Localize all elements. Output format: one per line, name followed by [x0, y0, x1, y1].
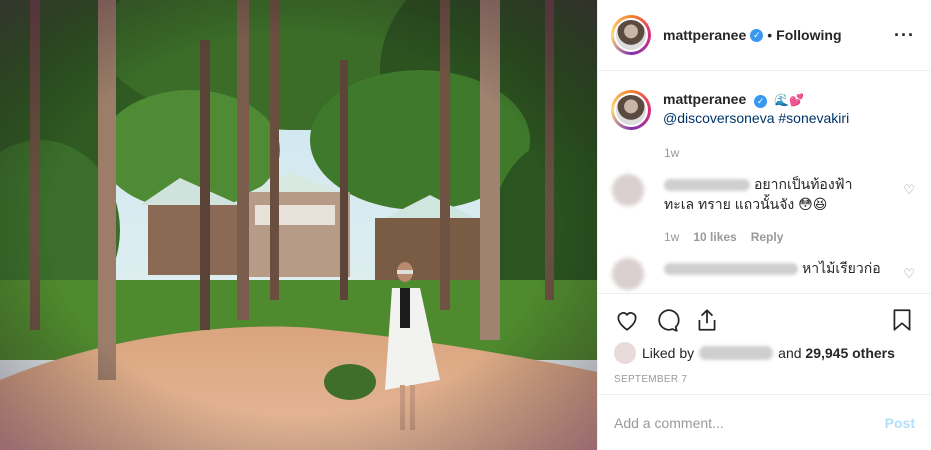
likes-summary: Liked by and 29,945 others	[614, 342, 915, 364]
caption-body: mattperanee ✓ 🌊💕 @discoversoneva #soneva…	[663, 90, 849, 130]
comment-bubble-icon[interactable]	[654, 307, 680, 333]
following-button[interactable]: Following	[776, 27, 841, 43]
avatar[interactable]	[614, 93, 648, 127]
reply-button[interactable]: Reply	[751, 230, 784, 244]
commenter-username-blurred[interactable]	[664, 179, 750, 192]
verified-badge-icon: ✓	[754, 94, 768, 108]
likes-connector: and	[778, 345, 802, 361]
comment-meta: 1w 10 likes Reply	[664, 230, 915, 244]
post-date[interactable]: SEPTEMBER 7	[614, 374, 915, 385]
liked-by-label: Liked by	[642, 345, 695, 361]
comment-text: หาไม้เรียวก่อ	[802, 260, 881, 276]
more-options-icon[interactable]: ···	[894, 25, 915, 46]
post-panel: mattperanee ✓ • Following ··· mattperane…	[597, 0, 931, 450]
like-heart-icon[interactable]	[614, 307, 640, 333]
caption-time[interactable]: 1w	[664, 146, 679, 160]
resort-beach-photo	[0, 0, 597, 450]
commenter-avatar[interactable]	[612, 174, 644, 206]
liker-avatar[interactable]	[614, 342, 636, 364]
caption-text[interactable]: @discoversoneva #sonevakiri	[663, 109, 849, 127]
separator-dot: •	[767, 27, 773, 43]
comment-item: อยากเป็นท้องฟ้า ทะเล ทราย แถวนั้นจัง 😳😆 …	[611, 174, 915, 214]
verified-badge-icon: ✓	[750, 28, 764, 42]
commenter-username-blurred[interactable]	[664, 263, 798, 276]
comment-body: หาไม้เรียวก่อ	[664, 258, 884, 278]
add-comment-bar: Post	[598, 394, 931, 450]
likes-count[interactable]: 29,945 others	[805, 345, 895, 361]
commenter-avatar[interactable]	[612, 258, 644, 290]
post-photo[interactable]	[0, 0, 597, 450]
post-actions: Liked by and 29,945 others SEPTEMBER 7	[598, 293, 931, 385]
comments-section[interactable]: mattperanee ✓ 🌊💕 @discoversoneva #soneva…	[598, 71, 931, 293]
liker-username-blurred[interactable]	[699, 346, 774, 360]
comment-body: อยากเป็นท้องฟ้า ทะเล ทราย แถวนั้นจัง 😳😆	[664, 174, 884, 214]
caption-meta: 1w	[664, 146, 915, 160]
post-comment-button[interactable]: Post	[885, 415, 915, 431]
avatar[interactable]	[614, 18, 648, 52]
post-header: mattperanee ✓ • Following ···	[598, 0, 931, 71]
profile-avatar-ring[interactable]	[611, 15, 651, 55]
comment-likes[interactable]: 10 likes	[693, 230, 736, 244]
comment-time[interactable]: 1w	[664, 230, 679, 244]
post-username[interactable]: mattperanee	[663, 27, 746, 43]
caption-avatar-ring[interactable]	[611, 90, 651, 130]
caption: mattperanee ✓ 🌊💕 @discoversoneva #soneva…	[611, 90, 915, 130]
save-bookmark-icon[interactable]	[889, 307, 915, 333]
share-icon[interactable]	[694, 307, 720, 333]
like-comment-heart-icon[interactable]: ♡	[903, 266, 915, 282]
caption-username[interactable]: mattperanee	[663, 91, 746, 107]
caption-emoji: 🌊💕	[774, 93, 804, 107]
comment-item: หาไม้เรียวก่อ ♡	[611, 258, 915, 290]
like-comment-heart-icon[interactable]: ♡	[903, 182, 915, 198]
action-icons	[614, 304, 915, 336]
comment-input[interactable]	[614, 414, 885, 431]
